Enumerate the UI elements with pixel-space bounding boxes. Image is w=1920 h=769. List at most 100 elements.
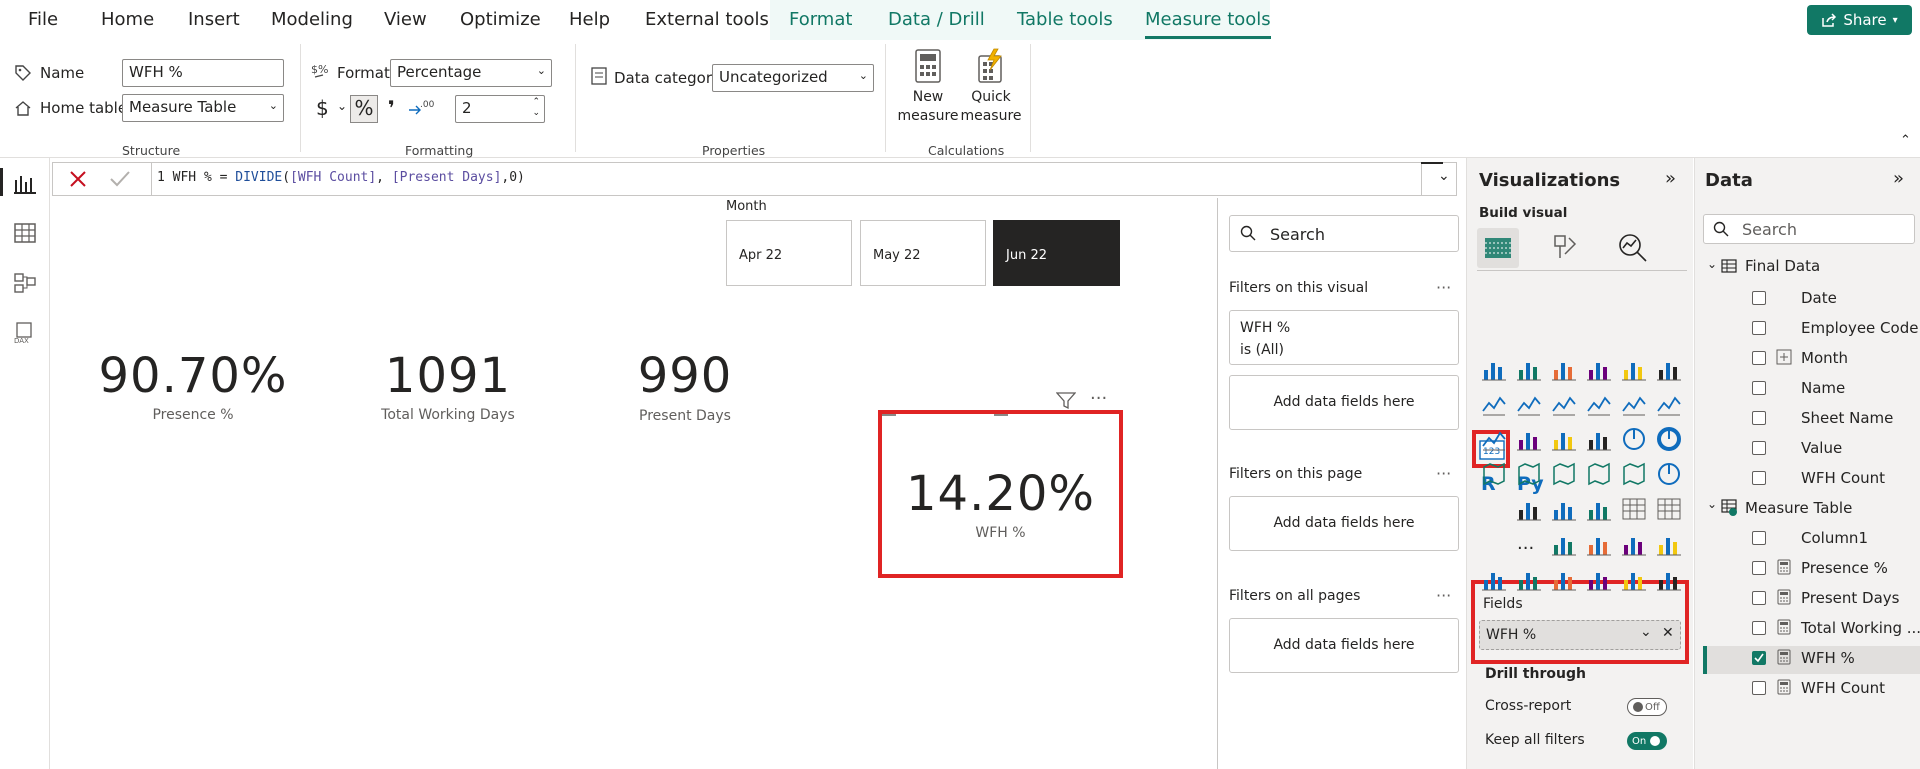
tab-data-drill[interactable]: Data / Drill xyxy=(888,9,985,30)
field-checkbox[interactable] xyxy=(1752,591,1766,605)
waterfall-visual-icon[interactable] xyxy=(1516,426,1542,452)
chevron-down-icon[interactable]: ⌄ xyxy=(1707,497,1717,511)
resize-handle[interactable] xyxy=(994,414,1008,416)
menu-help[interactable]: Help xyxy=(569,9,610,30)
data-category-select[interactable]: Uncategorized ⌄ xyxy=(712,64,874,92)
100-bar-visual-icon[interactable] xyxy=(1621,356,1647,382)
stacked-area-visual-icon[interactable] xyxy=(1551,391,1577,417)
map-visual-icon[interactable] xyxy=(1516,461,1542,487)
field-checkbox[interactable] xyxy=(1752,441,1766,455)
field-checkbox[interactable] xyxy=(1752,561,1766,575)
more-options-icon[interactable]: ··· xyxy=(1436,586,1451,605)
area-visual-icon[interactable] xyxy=(1516,391,1542,417)
analytics-icon[interactable] xyxy=(1617,232,1649,262)
add-visual-filter-dropzone[interactable]: Add data fields here xyxy=(1229,375,1459,430)
tab-measure-tools[interactable]: Measure tools xyxy=(1145,9,1271,39)
smart-narrative-visual-icon[interactable] xyxy=(1656,531,1682,557)
collapse-ribbon-icon[interactable]: ⌃ xyxy=(1900,133,1911,148)
add-page-filter-dropzone[interactable]: Add data fields here xyxy=(1229,496,1459,551)
resize-handle[interactable] xyxy=(1421,162,1443,164)
collapse-pane-icon[interactable]: » xyxy=(1665,168,1676,189)
donut-visual-icon[interactable] xyxy=(1656,426,1682,452)
share-button[interactable]: Share ▾ xyxy=(1807,5,1912,35)
field-checkbox[interactable] xyxy=(1752,321,1766,335)
remove-field-icon[interactable]: ✕ xyxy=(1662,625,1674,641)
more-options-icon[interactable]: ··· xyxy=(1436,464,1451,483)
field-wfh-pct[interactable]: WFH % xyxy=(1801,649,1855,667)
field-column1[interactable]: Column1 xyxy=(1801,529,1868,547)
multi-row-card-visual-icon[interactable] xyxy=(1516,496,1542,522)
expand-formula-icon[interactable]: ⌄ xyxy=(1438,168,1450,184)
table-measure-table[interactable]: Measure Table xyxy=(1745,499,1852,517)
spinner-icon[interactable]: ⌃ ⌄ xyxy=(532,97,540,119)
new-card-visual-icon[interactable] xyxy=(1551,566,1577,592)
slicer-option-may[interactable]: May 22 xyxy=(860,220,986,286)
azure-map-visual-icon[interactable] xyxy=(1621,461,1647,487)
field-checkbox[interactable] xyxy=(1752,621,1766,635)
decimal-places-icon[interactable]: .00 xyxy=(408,97,434,119)
menu-external-tools[interactable]: External tools xyxy=(645,9,769,30)
filter-search-input[interactable]: Search xyxy=(1229,215,1459,252)
model-view-icon[interactable] xyxy=(13,272,37,294)
shape-map-visual-icon[interactable] xyxy=(1586,461,1612,487)
name-input[interactable]: WFH % xyxy=(122,59,284,87)
decomposition-tree-visual-icon[interactable] xyxy=(1586,531,1612,557)
table-view-icon[interactable] xyxy=(13,222,37,244)
100-column-visual-icon[interactable] xyxy=(1656,356,1682,382)
table-final-data[interactable]: Final Data xyxy=(1745,257,1820,275)
table-visual-icon[interactable] xyxy=(1621,496,1647,522)
field-presence-pct[interactable]: Presence % xyxy=(1801,559,1888,577)
collapse-pane-icon[interactable]: » xyxy=(1893,168,1904,189)
gauge-visual-icon[interactable] xyxy=(1656,461,1682,487)
cancel-formula-icon[interactable] xyxy=(69,170,87,188)
scatter-visual-icon[interactable] xyxy=(1586,426,1612,452)
chevron-down-icon[interactable]: ⌄ xyxy=(1640,624,1652,640)
chevron-down-icon[interactable]: ⌄ xyxy=(1707,257,1717,271)
field-date[interactable]: Date xyxy=(1801,289,1837,307)
percent-button[interactable]: % xyxy=(350,95,378,123)
visual-filter-card[interactable]: WFH % is (All) xyxy=(1229,310,1459,365)
resize-handle[interactable] xyxy=(882,414,896,416)
field-name[interactable]: Name xyxy=(1801,379,1845,397)
power-apps-visual-icon[interactable] xyxy=(1621,566,1647,592)
more-options-icon[interactable]: ··· xyxy=(1436,278,1451,297)
format-visual-icon[interactable] xyxy=(1549,232,1579,262)
new-measure-button[interactable]: New measure xyxy=(897,48,959,134)
filled-map-visual-icon[interactable] xyxy=(1551,461,1577,487)
field-checkbox[interactable] xyxy=(1752,381,1766,395)
comma-button[interactable]: ❜ xyxy=(388,96,395,120)
field-pill[interactable]: WFH % ⌄ ✕ xyxy=(1479,620,1681,650)
more-visuals-icon[interactable]: ··· xyxy=(1517,538,1534,559)
tab-table-tools[interactable]: Table tools xyxy=(1017,9,1113,30)
100-area-visual-icon[interactable] xyxy=(1586,391,1612,417)
field-checkbox[interactable] xyxy=(1752,351,1766,365)
field-checkbox[interactable] xyxy=(1752,531,1766,545)
field-wfh-count[interactable]: WFH Count xyxy=(1801,679,1885,697)
ribbon-visual-icon[interactable] xyxy=(1481,426,1507,452)
menu-home[interactable]: Home xyxy=(101,9,154,30)
add-report-filter-dropzone[interactable]: Add data fields here xyxy=(1229,618,1459,673)
menu-insert[interactable]: Insert xyxy=(188,9,240,30)
kpi-visual-icon[interactable] xyxy=(1551,496,1577,522)
chevron-down-icon[interactable]: ⌄ xyxy=(337,99,347,113)
slicer-visual-icon[interactable] xyxy=(1586,496,1612,522)
menu-file[interactable]: File xyxy=(28,9,58,30)
format-select[interactable]: Percentage ⌄ xyxy=(390,59,552,87)
field-checkbox-checked[interactable] xyxy=(1752,651,1766,665)
tab-format[interactable]: Format xyxy=(789,9,852,30)
line-clustered-visual-icon[interactable] xyxy=(1656,391,1682,417)
slicer-option-apr[interactable]: Apr 22 xyxy=(726,220,852,286)
report-view-icon[interactable] xyxy=(13,172,37,194)
currency-button[interactable]: $ xyxy=(316,96,329,120)
line-column-visual-icon[interactable] xyxy=(1621,391,1647,417)
cross-report-toggle[interactable]: Off xyxy=(1627,698,1667,716)
field-checkbox[interactable] xyxy=(1752,681,1766,695)
clustered-bar-visual-icon[interactable] xyxy=(1551,356,1577,382)
quick-measure-button[interactable]: Quick measure xyxy=(960,48,1022,134)
selected-card-highlight[interactable]: 14.20% WFH % xyxy=(878,410,1123,578)
funnel-visual-icon[interactable] xyxy=(1551,426,1577,452)
menu-modeling[interactable]: Modeling xyxy=(271,9,353,30)
data-search-input[interactable]: Search xyxy=(1703,214,1915,244)
field-checkbox[interactable] xyxy=(1752,471,1766,485)
menu-optimize[interactable]: Optimize xyxy=(460,9,541,30)
